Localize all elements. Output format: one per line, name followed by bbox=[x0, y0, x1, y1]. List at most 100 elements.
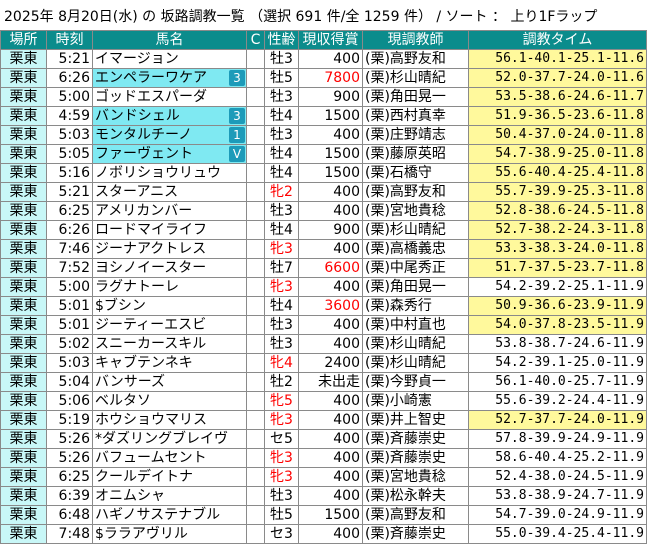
horse-name-text[interactable]: ハギノサステナブル bbox=[95, 507, 220, 523]
horse-name-text[interactable]: *ダズリングブレイヴ bbox=[95, 431, 228, 447]
row-trainer[interactable]: (栗)森秀行 bbox=[362, 296, 469, 316]
row-trainer[interactable]: (栗)高橋義忠 bbox=[362, 239, 469, 259]
row-trainer[interactable]: (栗)松永幹夫 bbox=[362, 486, 469, 506]
horse-name-text[interactable]: エンペラーワケア bbox=[95, 70, 207, 86]
row-trainer[interactable]: (栗)斉藤崇史 bbox=[362, 524, 469, 544]
row-horse-name[interactable]: ロードマイライフ bbox=[92, 220, 247, 240]
row-horse-name[interactable]: イマージョン bbox=[92, 49, 247, 69]
horse-name-text[interactable]: バンサーズ bbox=[95, 374, 165, 390]
horse-name-text[interactable]: $ララアヴリル bbox=[95, 526, 188, 542]
row-horse-name[interactable]: ジーティーエスビ bbox=[92, 315, 247, 335]
row-workout-time: 54.0-37.8-23.5-11.9 bbox=[468, 315, 647, 335]
row-horse-name[interactable]: $ララアヴリル bbox=[92, 524, 247, 544]
table-row: 栗東 6:48 ハギノサステナブル 牡5 1500 (栗)高野友和 54.7-39.0-24… bbox=[0, 505, 647, 525]
row-trainer[interactable]: (栗)杉山晴紀 bbox=[362, 220, 469, 240]
horse-name-text[interactable]: バフュームセント bbox=[95, 450, 207, 466]
row-horse-name[interactable]: ジーナアクトレス bbox=[92, 239, 247, 259]
row-horse-name[interactable]: モンタルチーノ 1 bbox=[92, 125, 247, 145]
row-trainer[interactable]: (栗)井上智史 bbox=[362, 410, 469, 430]
row-trainer[interactable]: (栗)庄野靖志 bbox=[362, 125, 469, 145]
header-trainer[interactable]: 現調教師 bbox=[362, 30, 469, 50]
row-horse-name[interactable]: *ダズリングブレイヴ bbox=[92, 429, 247, 449]
horse-name-text[interactable]: スニーカースキル bbox=[95, 336, 206, 352]
row-sex-age: 牡3 bbox=[264, 315, 299, 335]
row-horse-name[interactable]: オニムシャ bbox=[92, 486, 247, 506]
row-workout-time: 53.8-38.7-24.6-11.9 bbox=[468, 334, 647, 354]
row-place: 栗東 bbox=[0, 505, 47, 525]
row-trainer[interactable]: (栗)今野貞一 bbox=[362, 372, 469, 392]
row-horse-name[interactable]: ノボリショウリュウ bbox=[92, 163, 247, 183]
horse-name-text[interactable]: ゴッドエスパーダ bbox=[95, 89, 207, 105]
horse-name-text[interactable]: クールデイトナ bbox=[95, 469, 193, 485]
header-horse-name[interactable]: 馬名 bbox=[92, 30, 247, 50]
horse-name-text[interactable]: バンドシェル bbox=[95, 108, 180, 124]
header-sex-age[interactable]: 性齢 bbox=[264, 30, 299, 50]
horse-name-text[interactable]: ベルタソ bbox=[95, 393, 151, 409]
horse-name-text[interactable]: ファーヴェント bbox=[95, 146, 193, 162]
row-trainer[interactable]: (栗)斉藤崇史 bbox=[362, 429, 469, 449]
row-horse-name[interactable]: スニーカースキル bbox=[92, 334, 247, 354]
row-trainer[interactable]: (栗)西村真幸 bbox=[362, 106, 469, 126]
row-trainer[interactable]: (栗)宮地貴稔 bbox=[362, 467, 469, 487]
horse-name-text[interactable]: モンタルチーノ bbox=[95, 127, 192, 143]
row-place: 栗東 bbox=[0, 372, 47, 392]
row-earnings: 400 bbox=[298, 277, 363, 297]
horse-name-text[interactable]: ジーナアクトレス bbox=[95, 241, 206, 257]
row-horse-name[interactable]: スターアニス bbox=[92, 182, 247, 202]
row-place: 栗東 bbox=[0, 87, 47, 107]
row-earnings: 400 bbox=[298, 182, 363, 202]
row-trainer[interactable]: (栗)斉藤崇史 bbox=[362, 448, 469, 468]
row-horse-name[interactable]: $ブシン bbox=[92, 296, 247, 316]
header-c[interactable]: C bbox=[246, 30, 265, 50]
row-horse-name[interactable]: バフュームセント bbox=[92, 448, 247, 468]
row-trainer[interactable]: (栗)中村直也 bbox=[362, 315, 469, 335]
row-horse-name[interactable]: ハギノサステナブル bbox=[92, 505, 247, 525]
horse-name-text[interactable]: ノボリショウリュウ bbox=[95, 165, 221, 181]
row-trainer[interactable]: (栗)杉山晴紀 bbox=[362, 68, 469, 88]
row-trainer[interactable]: (栗)高野友和 bbox=[362, 182, 469, 202]
row-horse-name[interactable]: ヨシノイースター bbox=[92, 258, 247, 278]
row-horse-name[interactable]: ベルタソ bbox=[92, 391, 247, 411]
header-place[interactable]: 場所 bbox=[0, 30, 47, 50]
row-horse-name[interactable]: ファーヴェント V bbox=[92, 144, 247, 164]
horse-name-text[interactable]: ラグナトーレ bbox=[95, 279, 179, 295]
header-workout-time[interactable]: 調教タイム bbox=[468, 30, 647, 50]
horse-name-text[interactable]: スターアニス bbox=[95, 184, 178, 200]
row-c bbox=[246, 315, 265, 335]
horse-name-text[interactable]: ホウショウマリス bbox=[95, 412, 207, 428]
row-trainer[interactable]: (栗)藤原英昭 bbox=[362, 144, 469, 164]
row-trainer[interactable]: (栗)杉山晴紀 bbox=[362, 353, 469, 373]
row-horse-name[interactable]: バンドシェル 3 bbox=[92, 106, 247, 126]
row-horse-name[interactable]: キャブテンネキ bbox=[92, 353, 247, 373]
horse-name-text[interactable]: アメリカンバー bbox=[95, 203, 192, 219]
horse-name-text[interactable]: キャブテンネキ bbox=[95, 355, 193, 371]
row-horse-name[interactable]: ラグナトーレ bbox=[92, 277, 247, 297]
header-earnings[interactable]: 現収得賞 bbox=[298, 30, 363, 50]
row-trainer[interactable]: (栗)角田晃一 bbox=[362, 277, 469, 297]
row-trainer[interactable]: (栗)杉山晴紀 bbox=[362, 334, 469, 354]
row-trainer[interactable]: (栗)宮地貴稔 bbox=[362, 201, 469, 221]
horse-badge: 3 bbox=[229, 70, 245, 86]
horse-name-text[interactable]: ロードマイライフ bbox=[95, 222, 207, 238]
row-place: 栗東 bbox=[0, 49, 47, 69]
row-trainer[interactable]: (栗)小崎憲 bbox=[362, 391, 469, 411]
row-trainer[interactable]: (栗)角田晃一 bbox=[362, 87, 469, 107]
horse-name-text[interactable]: オニムシャ bbox=[95, 488, 165, 504]
row-horse-name[interactable]: アメリカンバー bbox=[92, 201, 247, 221]
row-trainer[interactable]: (栗)高野友和 bbox=[362, 505, 469, 525]
row-workout-time: 52.7-38.2-24.3-11.8 bbox=[468, 220, 647, 240]
row-horse-name[interactable]: クールデイトナ bbox=[92, 467, 247, 487]
row-horse-name[interactable]: エンペラーワケア 3 bbox=[92, 68, 247, 88]
horse-name-text[interactable]: $ブシン bbox=[95, 298, 146, 314]
row-trainer[interactable]: (栗)高野友和 bbox=[362, 49, 469, 69]
row-horse-name[interactable]: ホウショウマリス bbox=[92, 410, 247, 430]
row-trainer[interactable]: (栗)石橋守 bbox=[362, 163, 469, 183]
horse-name-text[interactable]: ヨシノイースター bbox=[95, 260, 206, 276]
header-time[interactable]: 時刻 bbox=[46, 30, 93, 50]
horse-name-text[interactable]: イマージョン bbox=[95, 51, 179, 67]
row-c bbox=[246, 486, 265, 506]
horse-name-text[interactable]: ジーティーエスビ bbox=[95, 317, 206, 333]
row-trainer[interactable]: (栗)中尾秀正 bbox=[362, 258, 469, 278]
row-horse-name[interactable]: バンサーズ bbox=[92, 372, 247, 392]
row-horse-name[interactable]: ゴッドエスパーダ bbox=[92, 87, 247, 107]
